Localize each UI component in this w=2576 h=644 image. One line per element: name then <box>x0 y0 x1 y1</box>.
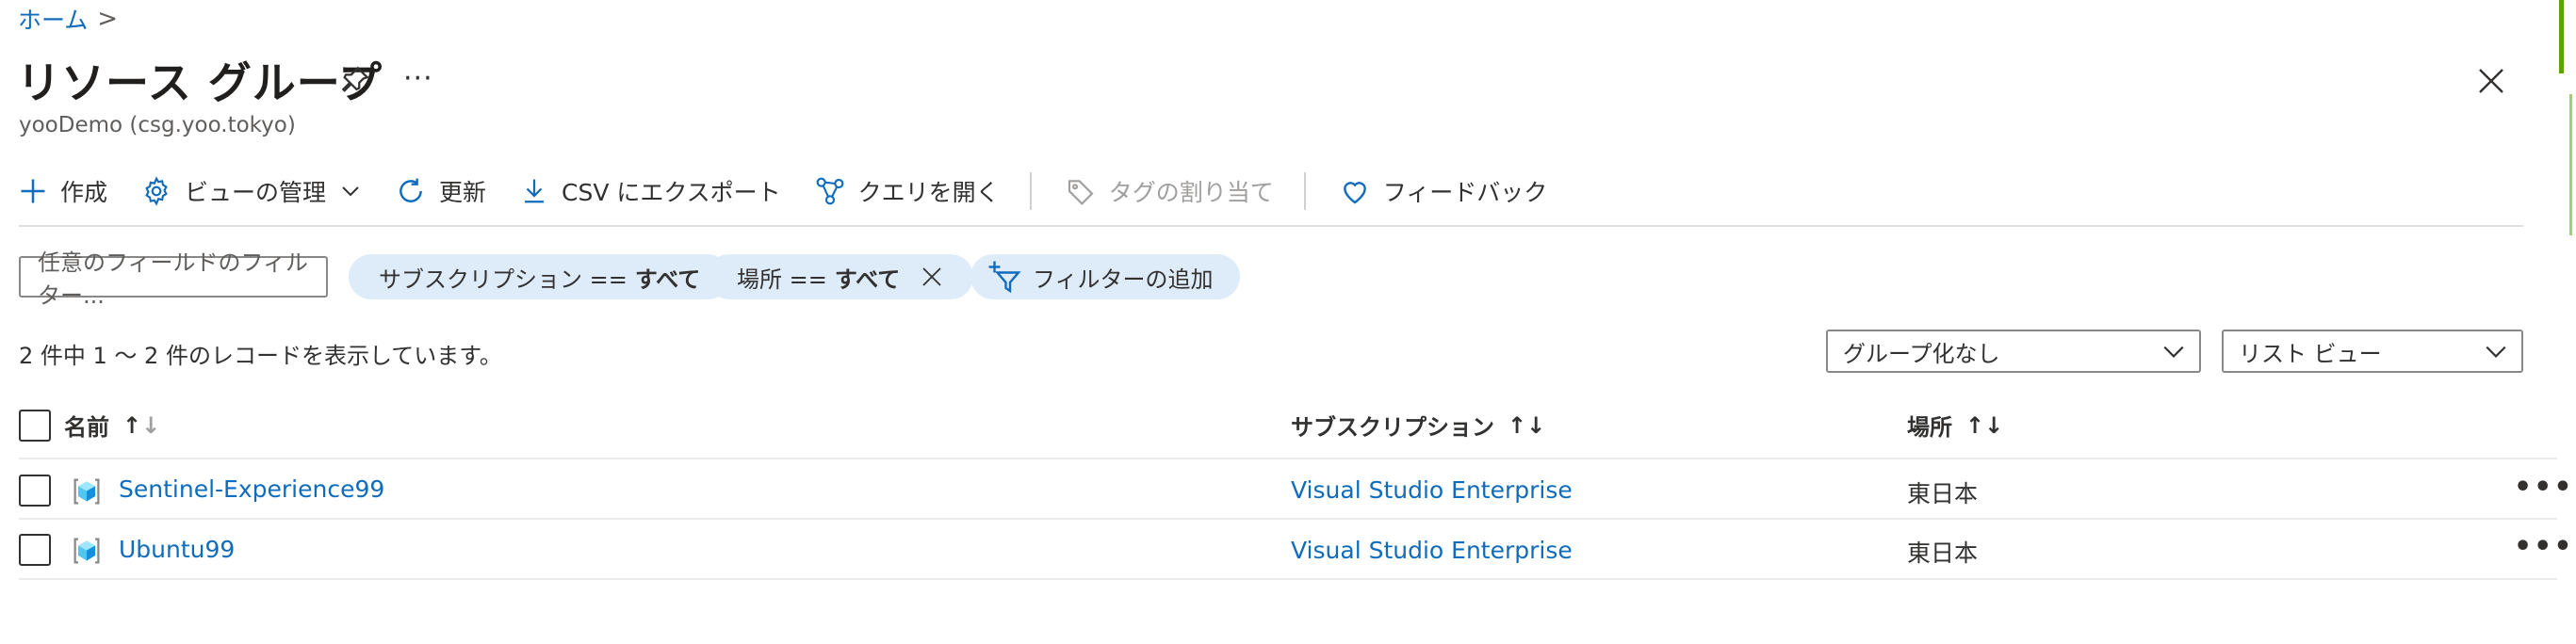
plus-icon <box>21 179 45 203</box>
create-label: 作成 <box>60 179 108 206</box>
resource-group-name-link[interactable]: Ubuntu99 <box>119 536 235 563</box>
manage-view-button[interactable]: ビューの管理 <box>141 174 362 208</box>
column-header-name[interactable]: 名前 ↑ ↓ <box>19 409 160 442</box>
query-graph-icon <box>816 177 844 205</box>
refresh-button[interactable]: 更新 <box>396 174 486 208</box>
tag-icon <box>1068 180 1094 205</box>
heart-icon <box>1343 182 1366 204</box>
close-icon[interactable] <box>921 266 943 288</box>
export-csv-button[interactable]: CSV にエクスポート <box>520 174 781 208</box>
open-query-label: クエリを開く <box>857 179 1000 206</box>
sort-up-arrow: ↑ <box>122 411 142 439</box>
feedback-label: フィードバック <box>1382 179 1548 206</box>
location-filter-label: 場所 == <box>737 266 827 293</box>
scroll-accent-secondary <box>2569 94 2572 235</box>
sort-up-arrow: ↑ <box>1965 411 1985 439</box>
assign-tags-label: タグの割り当て <box>1108 179 1274 206</box>
column-name-label: 名前 <box>64 414 109 441</box>
row-divider <box>19 518 2557 520</box>
subscription-filter-label: サブスクリプション == <box>379 266 628 293</box>
location-filter-pill[interactable]: 場所 == すべて <box>707 254 974 299</box>
add-filter-icon <box>988 261 1021 294</box>
select-all-checkbox[interactable] <box>19 409 51 442</box>
filter-search-input[interactable]: 任意のフィールドのフィルター... <box>19 250 328 309</box>
filter-search-placeholder: 任意のフィールドのフィルター... <box>38 250 309 309</box>
column-header-location[interactable]: 場所 ↑ ↓ <box>1907 409 2003 442</box>
record-summary: 2 件中 1 ～ 2 件のレコードを表示しています。 <box>19 343 502 369</box>
toolbar-divider <box>1029 172 1032 210</box>
gear-icon <box>145 176 168 206</box>
refresh-label: 更新 <box>439 179 487 206</box>
sort-up-arrow: ↑ <box>1508 411 1527 439</box>
chevron-down-icon <box>2486 346 2506 358</box>
assign-tags-button[interactable]: タグの割り当て <box>1066 174 1274 208</box>
view-select[interactable]: リスト ビュー <box>2222 330 2523 373</box>
sort-down-arrow: ↓ <box>1526 411 1546 439</box>
chevron-down-icon <box>2163 346 2184 358</box>
resource-group-icon <box>70 475 104 508</box>
sort-icon[interactable]: ↑ ↓ <box>122 412 160 439</box>
subscription-filter-value: すべて <box>634 266 701 293</box>
scroll-accent <box>2559 0 2564 73</box>
export-csv-label: CSV にエクスポート <box>562 179 781 206</box>
toolbar-divider-line <box>19 225 2523 227</box>
location-filter-value: すべて <box>834 266 901 293</box>
breadcrumb-chevron-icon: > <box>97 5 119 33</box>
download-icon <box>525 179 545 203</box>
row-divider <box>19 578 2557 580</box>
column-location-label: 場所 <box>1907 414 1952 441</box>
location-cell: 東日本 <box>1907 539 1979 567</box>
feedback-button[interactable]: フィードバック <box>1340 174 1548 208</box>
grouping-select[interactable]: グループ化なし <box>1826 330 2201 373</box>
command-bar: 作成 ビューの管理 更新 CSV にエクスポート クエリを開く タグの割り当て … <box>19 169 1581 213</box>
column-subscription-label: サブスクリプション <box>1291 414 1494 441</box>
pin-icon[interactable] <box>339 64 371 96</box>
grouping-select-value: グループ化なし <box>1843 340 2000 367</box>
page-subtitle: yooDemo (csg.yoo.tokyo) <box>19 113 296 137</box>
manage-view-label: ビューの管理 <box>185 179 327 206</box>
row-more-options-icon[interactable]: ••• <box>2514 530 2574 563</box>
resource-group-name-link[interactable]: Sentinel-Experience99 <box>119 475 384 503</box>
sort-icon[interactable]: ↑ ↓ <box>1965 412 2003 439</box>
table-header-divider <box>19 458 2557 459</box>
row-more-options-icon[interactable]: ••• <box>2514 471 2574 504</box>
view-select-value: リスト ビュー <box>2239 340 2382 367</box>
open-query-button[interactable]: クエリを開く <box>815 174 1000 208</box>
breadcrumb-home-link[interactable]: ホーム <box>18 2 88 36</box>
subscription-link[interactable]: Visual Studio Enterprise <box>1291 476 1573 504</box>
location-cell: 東日本 <box>1907 480 1979 507</box>
chevron-down-icon <box>342 186 359 197</box>
row-checkbox[interactable] <box>19 534 51 566</box>
add-filter-button[interactable]: フィルターの追加 <box>970 254 1240 299</box>
subscription-link[interactable]: Visual Studio Enterprise <box>1291 537 1573 564</box>
row-checkbox[interactable] <box>19 475 51 507</box>
resource-group-icon <box>70 534 104 568</box>
refresh-icon <box>399 178 422 202</box>
more-options-icon[interactable]: ··· <box>403 62 433 95</box>
create-button[interactable]: 作成 <box>19 174 107 208</box>
sort-icon[interactable]: ↑ ↓ <box>1508 412 1545 439</box>
subscription-filter-pill[interactable]: サブスクリプション == すべて <box>349 254 731 299</box>
column-header-subscription[interactable]: サブスクリプション ↑ ↓ <box>1291 409 1545 442</box>
close-icon[interactable] <box>2476 66 2506 96</box>
sort-down-arrow: ↓ <box>1984 411 2004 439</box>
toolbar-divider <box>1303 172 1306 210</box>
breadcrumb: ホーム > <box>18 2 118 36</box>
page-title: リソース グループ <box>17 57 383 108</box>
sort-down-arrow: ↓ <box>141 411 161 439</box>
add-filter-label: フィルターの追加 <box>1033 266 1214 293</box>
